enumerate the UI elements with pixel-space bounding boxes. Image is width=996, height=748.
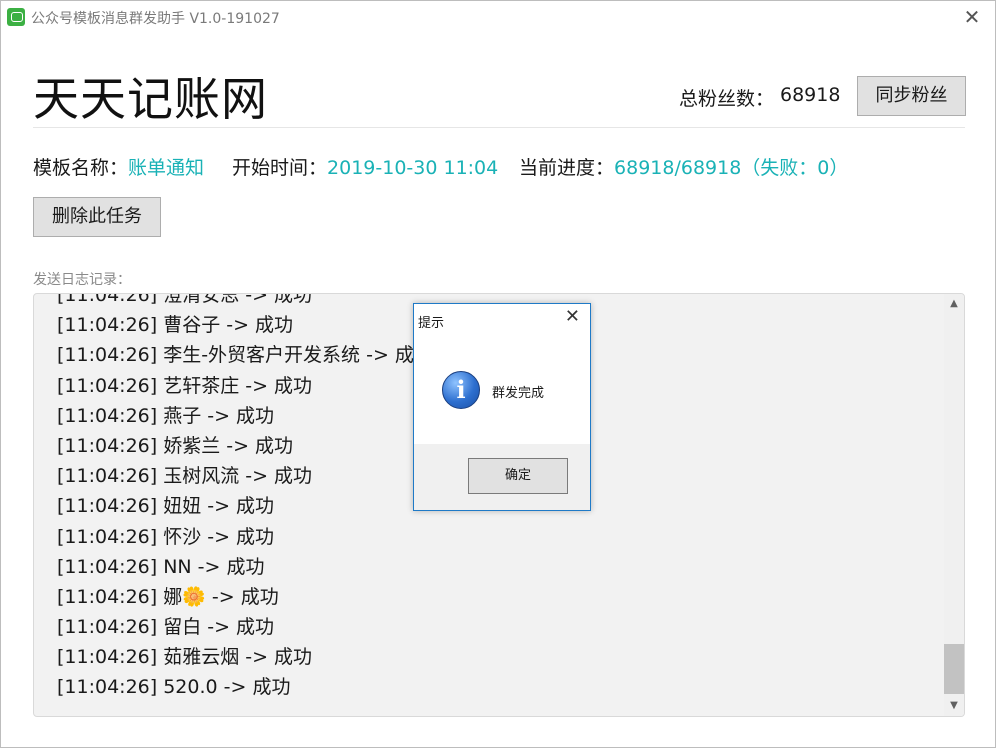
brand-title: 天天记账网 bbox=[33, 72, 268, 126]
log-line: [11:04:26] 茹雅云烟 -> 成功 bbox=[57, 646, 313, 669]
progress-info: 当前进度：68918/68918（失败：0） bbox=[519, 153, 848, 180]
dialog-message: 群发完成 bbox=[492, 386, 545, 401]
message-dialog: 提示 ✕ i 群发完成 确定 bbox=[413, 303, 591, 511]
log-line: [11:04:26] 怀沙 -> 成功 bbox=[57, 525, 275, 548]
log-line: [11:04:26] 留白 -> 成功 bbox=[57, 616, 275, 639]
title-bar: 公众号模板消息群发助手 V1.0-191027 ✕ bbox=[1, 1, 995, 33]
log-line: [11:04:26] 艺轩茶庄 -> 成功 bbox=[57, 374, 313, 397]
log-line: [11:04:26] 玉树风流 -> 成功 bbox=[57, 465, 313, 488]
log-lines: [11:04:26] 澄清安思 -> 成功 [11:04:26] 曹谷子 -> 成… bbox=[57, 293, 433, 703]
header-divider bbox=[33, 127, 965, 128]
template-label: 模板名称： bbox=[33, 157, 129, 179]
dialog-title: 提示 bbox=[418, 316, 445, 331]
progress-value: 68918/68918（失败：0） bbox=[614, 157, 849, 179]
log-line: [11:04:26] 娇紫兰 -> 成功 bbox=[57, 434, 294, 457]
log-line: [11:04:26] 曹谷子 -> 成功 bbox=[57, 314, 294, 337]
fans-count-label: 总粉丝数： bbox=[679, 88, 775, 110]
log-scrollbar[interactable]: ▲ ▼ bbox=[944, 294, 964, 716]
dialog-footer: 确定 bbox=[414, 444, 590, 510]
info-icon: i bbox=[442, 371, 480, 409]
log-line: [11:04:26] 澄清安思 -> 成功 bbox=[57, 293, 313, 306]
delete-task-button[interactable]: 删除此任务 bbox=[33, 197, 161, 237]
window-close-button[interactable]: ✕ bbox=[957, 3, 987, 31]
log-line: [11:04:26] 娜🌼 -> 成功 bbox=[57, 585, 279, 608]
start-time-info: 开始时间：2019-10-30 11:04 bbox=[232, 153, 498, 180]
log-line: [11:04:26] 妞妞 -> 成功 bbox=[57, 495, 275, 518]
fans-count-value: 68918 bbox=[780, 84, 841, 106]
dialog-close-button[interactable]: ✕ bbox=[565, 306, 580, 327]
app-icon bbox=[7, 8, 25, 26]
template-info: 模板名称：账单通知 bbox=[33, 153, 204, 180]
log-line: [11:04:26] 李生-外贸客户开发系统 -> 成功 bbox=[57, 344, 433, 367]
dialog-ok-button[interactable]: 确定 bbox=[468, 458, 568, 494]
scroll-down-icon[interactable]: ▼ bbox=[944, 698, 964, 714]
log-line: [11:04:26] 燕子 -> 成功 bbox=[57, 404, 275, 427]
window-title: 公众号模板消息群发助手 V1.0-191027 bbox=[31, 11, 280, 27]
progress-label: 当前进度： bbox=[519, 157, 615, 179]
log-line: [11:04:26] 520.0 -> 成功 bbox=[57, 676, 291, 699]
scroll-thumb[interactable] bbox=[944, 644, 964, 694]
template-name: 账单通知 bbox=[128, 157, 205, 179]
sync-fans-button[interactable]: 同步粉丝 bbox=[857, 76, 966, 116]
log-label: 发送日志记录： bbox=[33, 272, 131, 288]
start-time-label: 开始时间： bbox=[232, 157, 328, 179]
main-window: 公众号模板消息群发助手 V1.0-191027 ✕ 天天记账网 总粉丝数： 68… bbox=[0, 0, 996, 748]
start-time-value: 2019-10-30 11:04 bbox=[327, 157, 499, 179]
scroll-up-icon[interactable]: ▲ bbox=[944, 296, 964, 312]
log-line: [11:04:26] NN -> 成功 bbox=[57, 555, 265, 578]
